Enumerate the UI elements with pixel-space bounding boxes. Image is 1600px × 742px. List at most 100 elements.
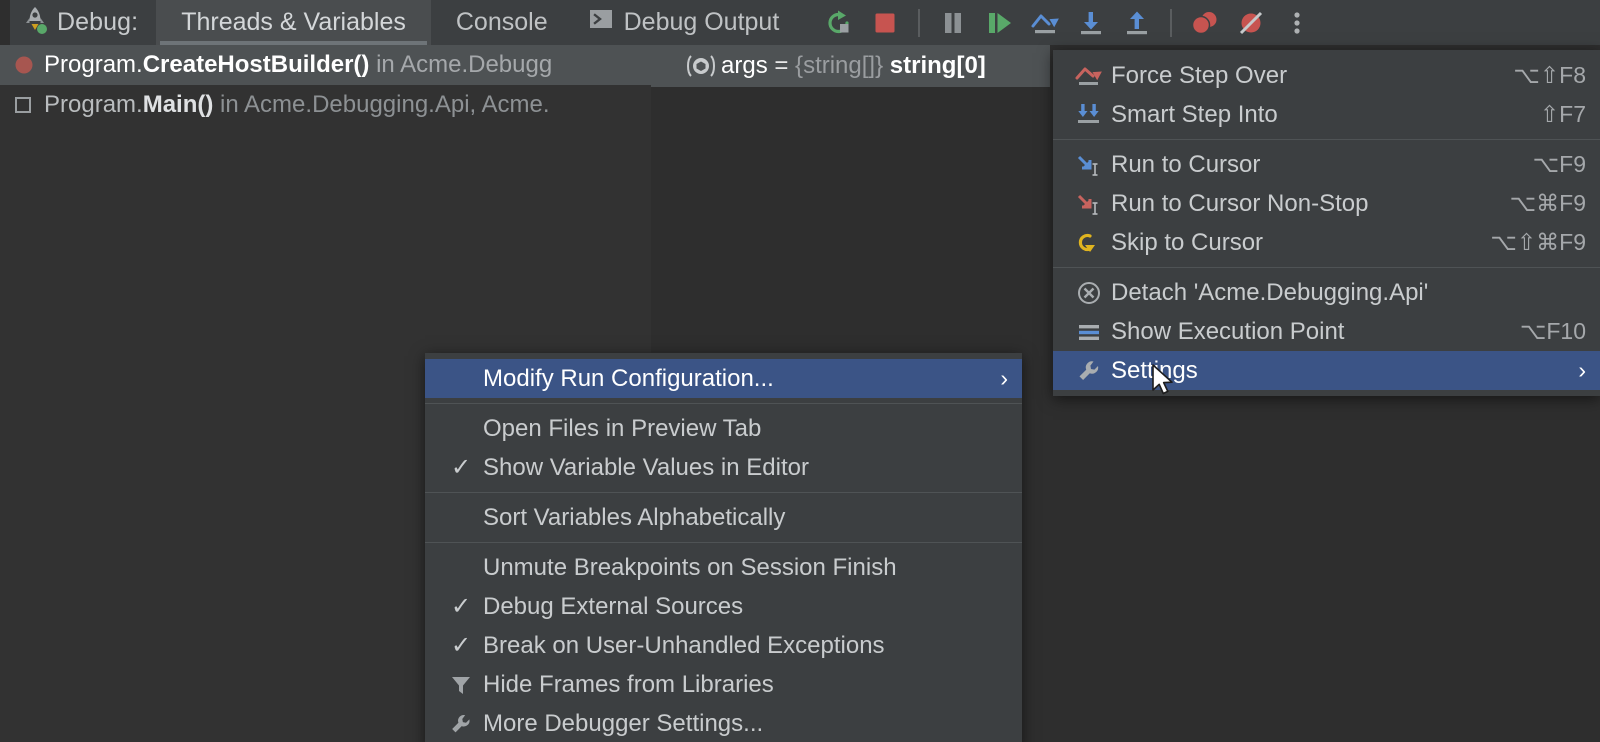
step-over-button[interactable] (1022, 0, 1068, 45)
menu-item-break-on-user-unhandled-exceptions[interactable]: ✓ Break on User-Unhandled Exceptions (425, 626, 1022, 665)
force-step-over-icon (1067, 62, 1111, 90)
chevron-right-icon: › (1000, 365, 1008, 391)
menu-item-open-files-in-preview-tab[interactable]: Open Files in Preview Tab (425, 409, 1022, 448)
menu-item-label: Debug External Sources (483, 592, 744, 620)
menu-item-settings[interactable]: Settings › (1053, 351, 1600, 390)
frame-label: Program.Main() in Acme.Debugging.Api, Ac… (44, 91, 550, 119)
toolbar-left-edge (0, 0, 10, 45)
menu-item-label: Force Step Over (1111, 61, 1288, 89)
mute-breakpoints-icon (1240, 11, 1263, 34)
run-to-cursor-icon (1067, 151, 1111, 179)
step-out-button[interactable] (1114, 0, 1160, 45)
frame-location: in Acme.Debugging.Api, Acme. (213, 91, 550, 118)
step-into-icon (1081, 11, 1102, 34)
step-over-icon (1031, 14, 1060, 33)
run-to-cursor-nonstop-icon (1067, 190, 1111, 218)
check-icon: ✓ (450, 592, 472, 620)
menu-item-detach[interactable]: Detach 'Acme.Debugging.Api' (1053, 273, 1600, 312)
menu-separator (1053, 267, 1600, 268)
mute-breakpoints-button[interactable] (1228, 0, 1274, 45)
menu-item-unmute-breakpoints-on-session-finish[interactable]: Unmute Breakpoints on Session Finish (425, 548, 1022, 587)
menu-item-label: Run to Cursor (1111, 150, 1261, 178)
pause-icon (945, 12, 962, 33)
chevron-right-icon: › (1578, 357, 1586, 383)
frame-prefix: Program. (44, 91, 143, 118)
rerun-button[interactable] (816, 0, 862, 45)
menu-separator (425, 403, 1022, 404)
menu-item-label: Unmute Breakpoints on Session Finish (483, 553, 897, 581)
variable-label: args = {string[]} string[0] (721, 52, 986, 80)
menu-item-more-debugger-settings[interactable]: More Debugger Settings... (425, 704, 1022, 742)
funnel-icon (439, 673, 483, 697)
tab-threads-and-variables[interactable]: Threads & Variables (156, 0, 431, 45)
overflow-dots-icon (1294, 11, 1300, 34)
frame-method: Main() (142, 91, 214, 118)
frame-square-icon (14, 96, 44, 114)
menu-item-label: Open Files in Preview Tab (483, 414, 762, 442)
more-options-button[interactable] (1274, 0, 1320, 45)
variable-row[interactable]: args = {string[]} string[0] (651, 45, 1050, 87)
frame-prefix: Program. (44, 51, 143, 78)
menu-item-run-to-cursor[interactable]: Run to Cursor ⌥F9 (1053, 145, 1600, 184)
debug-session-label: Debug: (10, 0, 157, 45)
pause-button[interactable] (930, 0, 976, 45)
debug-rocket-icon (22, 5, 48, 40)
frame-label: Program.CreateHostBuilder() in Acme.Debu… (44, 51, 552, 79)
variable-name: args (721, 52, 768, 79)
breakpoint-dot-icon (14, 55, 44, 75)
check-icon: ✓ (450, 453, 472, 481)
frame-row[interactable]: Program.CreateHostBuilder() in Acme.Debu… (0, 45, 651, 85)
menu-separator (425, 542, 1022, 543)
menu-item-sort-variables-alphabetically[interactable]: Sort Variables Alphabetically (425, 498, 1022, 537)
step-into-button[interactable] (1068, 0, 1114, 45)
view-breakpoints-button[interactable] (1182, 0, 1228, 45)
stop-button[interactable] (862, 0, 908, 45)
menu-item-run-to-cursor-non-stop[interactable]: Run to Cursor Non-Stop ⌥⌘F9 (1053, 184, 1600, 223)
console-output-icon (589, 7, 613, 38)
menu-item-label: Settings (1111, 356, 1198, 384)
wrench-icon (439, 711, 483, 737)
variable-type: {string[]} (795, 52, 884, 79)
menu-separator (425, 492, 1022, 493)
menu-item-shortcut: ⌥⇧F8 (1513, 62, 1586, 88)
resume-button[interactable] (976, 0, 1022, 45)
menu-item-skip-to-cursor[interactable]: Skip to Cursor ⌥⇧⌘F9 (1053, 223, 1600, 262)
detach-icon (1067, 279, 1111, 307)
menu-item-hide-frames-from-libraries[interactable]: Hide Frames from Libraries (425, 665, 1022, 704)
menu-item-shortcut: ⌥F9 (1532, 151, 1586, 177)
frame-row[interactable]: Program.Main() in Acme.Debugging.Api, Ac… (0, 85, 651, 125)
menu-item-label: Break on User-Unhandled Exceptions (483, 631, 885, 659)
debug-title-label: Debug: (57, 8, 139, 36)
menu-item-label: Modify Run Configuration... (483, 364, 774, 392)
menu-item-shortcut: ⌥⇧⌘F9 (1490, 229, 1586, 255)
menu-item-shortcut: ⇧F7 (1539, 101, 1586, 127)
menu-item-debug-external-sources[interactable]: ✓ Debug External Sources (425, 587, 1022, 626)
show-execution-point-icon (1067, 318, 1111, 346)
settings-submenu[interactable]: Modify Run Configuration... › Open Files… (425, 353, 1022, 742)
menu-item-label: Skip to Cursor (1111, 228, 1264, 256)
toolbar-separator (918, 8, 921, 37)
tab-debug-output[interactable]: Debug Output (573, 0, 805, 45)
menu-item-show-variable-values-in-editor[interactable]: ✓ Show Variable Values in Editor (425, 448, 1022, 487)
menu-item-show-execution-point[interactable]: Show Execution Point ⌥F10 (1053, 312, 1600, 351)
menu-item-modify-run-configuration[interactable]: Modify Run Configuration... › (425, 359, 1022, 398)
menu-item-label: Show Variable Values in Editor (483, 453, 809, 481)
variable-equals: = (767, 52, 796, 79)
tab-console[interactable]: Console (431, 0, 573, 45)
smart-step-into-icon (1067, 101, 1111, 129)
stop-square-icon (875, 13, 895, 32)
breakpoints-icon (1192, 11, 1217, 34)
menu-item-label: Detach 'Acme.Debugging.Api' (1111, 278, 1429, 306)
menu-item-shortcut: ⌥⌘F9 (1509, 190, 1586, 216)
check-icon: ✓ (450, 631, 472, 659)
variable-value: string[0] (889, 52, 986, 79)
menu-item-label: Smart Step Into (1111, 100, 1278, 128)
tab-label: Debug Output (623, 8, 780, 36)
menu-item-label: Hide Frames from Libraries (483, 670, 774, 698)
stepping-actions-menu[interactable]: Force Step Over ⌥⇧F8 Smart Step Into ⇧F7 (1053, 50, 1600, 396)
menu-item-force-step-over[interactable]: Force Step Over ⌥⇧F8 (1053, 56, 1600, 95)
menu-item-shortcut: ⌥F10 (1519, 318, 1586, 344)
frame-location: in Acme.Debugg (369, 51, 553, 78)
menu-item-smart-step-into[interactable]: Smart Step Into ⇧F7 (1053, 95, 1600, 134)
menu-item-label: Sort Variables Alphabetically (483, 503, 786, 531)
